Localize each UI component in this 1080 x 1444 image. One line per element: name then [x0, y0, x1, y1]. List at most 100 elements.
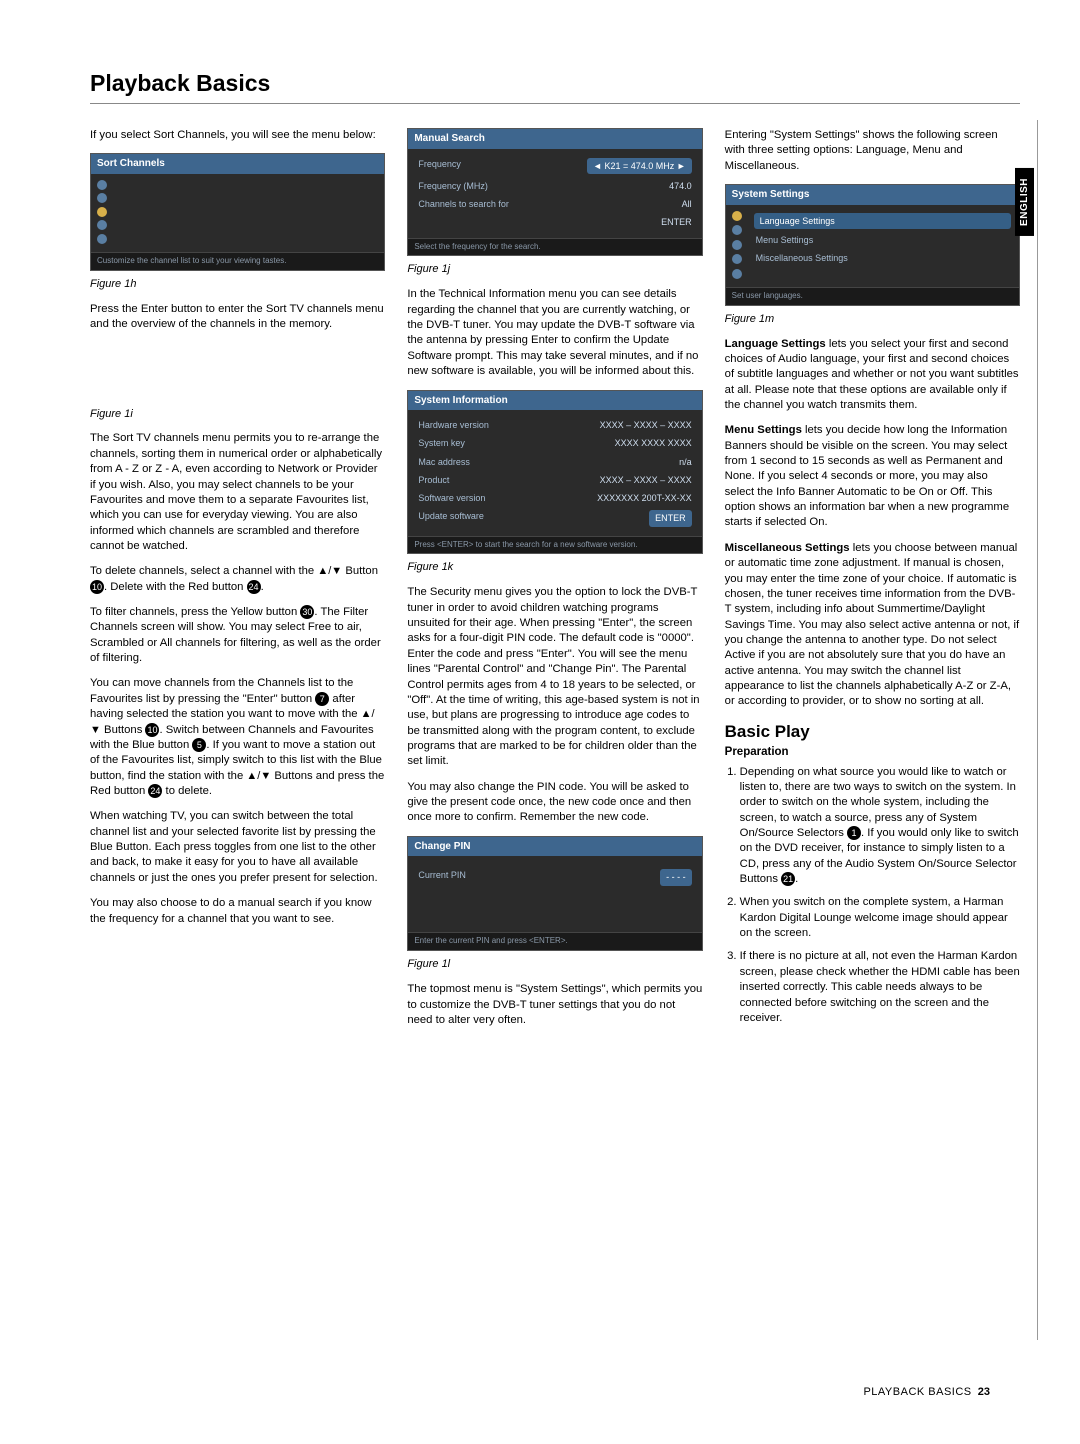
text: You can move channels from the Channels …	[90, 677, 353, 704]
col1-intro: If you select Sort Channels, you will se…	[90, 128, 385, 143]
side-rule	[1037, 120, 1038, 1340]
col1-1i-para1: The Sort TV channels menu permits you to…	[90, 431, 385, 554]
col2-p1k: The Security menu gives you the option t…	[407, 585, 702, 769]
list-item: When you switch on the complete system, …	[740, 895, 1020, 941]
callout-7: 7	[315, 692, 329, 706]
callout-10b: 10	[145, 723, 159, 737]
page-footer: PLAYBACK BASICS 23	[863, 1386, 990, 1398]
shot-tip: Press <ENTER> to start the search for a …	[408, 536, 701, 554]
value: XXXX – XXXX – XXXX	[600, 474, 692, 486]
text: Button	[345, 565, 378, 577]
label: Current PIN	[418, 869, 466, 885]
col3-top: Entering "System Settings" shows the fol…	[725, 128, 1020, 174]
list-item: Miscellaneous Settings	[754, 249, 1011, 267]
page-title: Playback Basics	[90, 70, 1020, 97]
shot-header: System Information	[408, 391, 701, 411]
label: Frequency	[418, 158, 461, 174]
figure-1i-caption: Figure 1i	[90, 407, 385, 422]
callout-30: 30	[300, 605, 314, 619]
col2-p1l: The topmost menu is "System Settings", w…	[407, 982, 702, 1028]
callout-5: 5	[192, 738, 206, 752]
label: Channels to search for	[418, 198, 509, 210]
language-settings-para: Language Settings lets you select your f…	[725, 337, 1020, 414]
text: . Delete with the Red button	[104, 581, 247, 593]
callout-1: 1	[847, 826, 861, 840]
label: Mac address	[418, 456, 470, 468]
value: All	[682, 198, 692, 210]
text: lets you decide how long the Information…	[725, 424, 1009, 528]
value: XXXXXXX 200T-XX-XX	[597, 492, 692, 504]
list-item: Menu Settings	[754, 231, 1011, 249]
value: - - - -	[660, 869, 692, 885]
label: Update software	[418, 510, 484, 526]
list-item: Language Settings	[754, 213, 1011, 229]
lead: Menu Settings	[725, 424, 802, 436]
preparation-list: Depending on what source you would like …	[725, 765, 1020, 1027]
shot-dots	[732, 211, 744, 279]
columns: If you select Sort Channels, you will se…	[90, 128, 1020, 1038]
col2-p1j: In the Technical Information menu you ca…	[407, 287, 702, 379]
screenshot-change-pin: Change PIN Current PIN- - - - Enter the …	[407, 836, 702, 951]
value: XXXX XXXX XXXX	[615, 437, 692, 449]
text: Buttons	[101, 724, 146, 736]
title-rule	[90, 103, 1020, 104]
shot-tip: Set user languages.	[726, 287, 1019, 305]
text: To filter channels, press the Yellow but…	[90, 606, 300, 618]
shot-header: Sort Channels	[91, 154, 384, 174]
figure-1h-caption: Figure 1h	[90, 277, 385, 292]
figure-1l-caption: Figure 1l	[407, 957, 702, 972]
footer-page-number: 23	[978, 1386, 990, 1398]
lead: Miscellaneous Settings	[725, 542, 850, 554]
col1-manual-search-note: You may also choose to do a manual searc…	[90, 896, 385, 927]
misc-settings-para: Miscellaneous Settings lets you choose b…	[725, 541, 1020, 710]
footer-label: PLAYBACK BASICS	[863, 1386, 971, 1398]
col1-delete-line: To delete channels, select a channel wit…	[90, 564, 385, 595]
callout-10: 10	[90, 580, 104, 594]
screenshot-manual-search: Manual Search Frequency ◄ K21 = 474.0 MHz…	[407, 128, 702, 256]
figure-1j-caption: Figure 1j	[407, 262, 702, 277]
value: ENTER	[649, 510, 692, 526]
value: ◄ K21 = 474.0 MHz ►	[587, 158, 692, 174]
lead: Language Settings	[725, 338, 826, 350]
freq-value: K21 = 474.0 MHz	[604, 161, 674, 171]
preparation-heading: Preparation	[725, 745, 1020, 761]
callout-21: 21	[781, 872, 795, 886]
callout-24b: 24	[148, 784, 162, 798]
text: .	[261, 581, 264, 593]
value: ENTER	[661, 216, 692, 228]
basic-play-heading: Basic Play	[725, 720, 1020, 743]
column-2: Manual Search Frequency ◄ K21 = 474.0 MHz…	[407, 128, 702, 1038]
column-1: If you select Sort Channels, you will se…	[90, 128, 385, 1038]
label: System key	[418, 437, 465, 449]
col1-after-1h: Press the Enter button to enter the Sort…	[90, 302, 385, 333]
label: Frequency (MHz)	[418, 180, 488, 192]
shot-header: System Settings	[726, 185, 1019, 205]
col2-p1k2: You may also change the PIN code. You wi…	[407, 780, 702, 826]
list-item: Depending on what source you would like …	[740, 765, 1020, 888]
text: to delete.	[162, 785, 212, 797]
label: Hardware version	[418, 419, 489, 431]
list-item: If there is no picture at all, not even …	[740, 949, 1020, 1026]
arrow-icon: ▲/▼	[246, 770, 271, 782]
figure-1k-caption: Figure 1k	[407, 560, 702, 575]
text: .	[795, 873, 798, 885]
callout-24: 24	[247, 580, 261, 594]
col1-watching-tv: When watching TV, you can switch between…	[90, 809, 385, 886]
col1-move-line: You can move channels from the Channels …	[90, 676, 385, 799]
column-3: Entering "System Settings" shows the fol…	[725, 128, 1020, 1038]
shot-tip: Enter the current PIN and press <ENTER>.	[408, 932, 701, 950]
screenshot-system-info: System Information Hardware version XXXX …	[407, 390, 702, 555]
screenshot-system-settings: System Settings Language Settings Menu S…	[725, 184, 1020, 305]
shot-header: Manual Search	[408, 129, 701, 149]
col1-filter-line: To filter channels, press the Yellow but…	[90, 605, 385, 666]
figure-1m-caption: Figure 1m	[725, 312, 1020, 327]
screenshot-sort-channels: Sort Channels Customize the channel list…	[90, 153, 385, 270]
text: lets you choose between manual or automa…	[725, 542, 1020, 708]
shot-dots	[97, 180, 109, 244]
menu-settings-para: Menu Settings lets you decide how long t…	[725, 423, 1020, 531]
shot-tip: Customize the channel list to suit your …	[91, 252, 384, 270]
value: XXXX – XXXX – XXXX	[600, 419, 692, 431]
label: Product	[418, 474, 449, 486]
arrow-icon: ▲/▼	[317, 565, 342, 577]
value: 474.0	[669, 180, 692, 192]
